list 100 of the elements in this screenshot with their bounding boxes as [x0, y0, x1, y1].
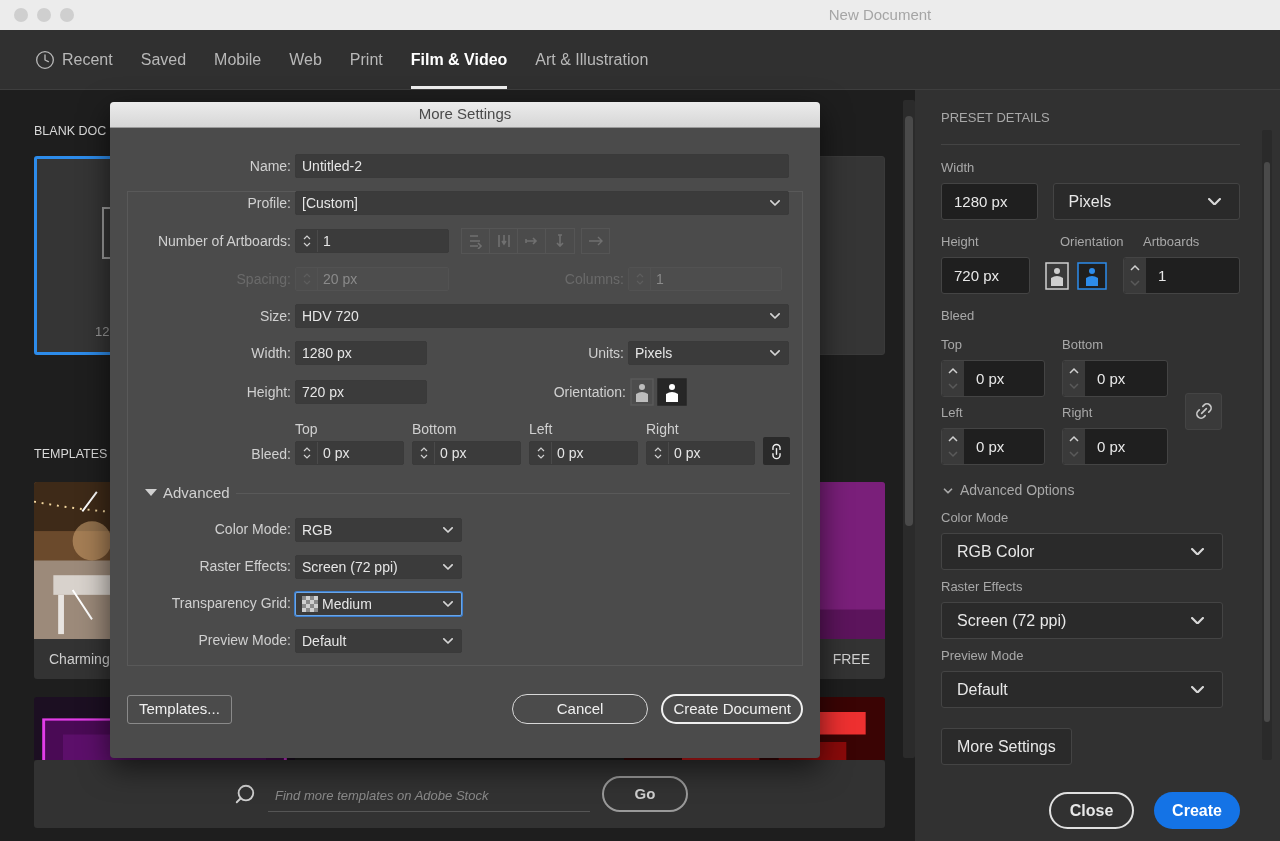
number-stepper-field[interactable]: 0 px: [646, 441, 755, 465]
create-document-button[interactable]: Create Document: [661, 694, 803, 724]
chevron-down-icon: [1191, 616, 1204, 625]
create-button[interactable]: Create: [1154, 792, 1240, 829]
field-value: 1: [655, 270, 664, 289]
dropdown[interactable]: [Custom]: [295, 191, 789, 215]
cancel-button[interactable]: Cancel: [511, 694, 649, 724]
field-label: Right: [1062, 405, 1094, 421]
stepper-arrows-icon[interactable]: [301, 233, 312, 249]
search-field[interactable]: Find more templates on Adobe Stock: [268, 776, 590, 812]
go-button[interactable]: Go: [602, 776, 688, 812]
field-value: 0 px: [975, 369, 1005, 389]
chevron-down-icon: [1191, 685, 1204, 694]
text-field[interactable]: 1280 px: [295, 341, 427, 365]
dropdown-value: HDV 720: [302, 307, 360, 326]
dropdown[interactable]: RGB Color: [941, 533, 1223, 570]
field-label: Size:: [259, 307, 291, 324]
number-stepper-field[interactable]: 0 px: [295, 441, 404, 465]
tab[interactable]: Art & Illustration: [535, 30, 649, 89]
number-stepper-field[interactable]: 0 px: [1062, 360, 1168, 397]
dropdown-value: Screen (72 ppi): [957, 610, 1068, 631]
tab[interactable]: Saved: [140, 30, 187, 89]
dropdown-value: RGB: [302, 520, 334, 540]
chevron-down-icon: [770, 350, 780, 356]
preset-caption: 12: [95, 324, 110, 339]
field-label: Width:: [251, 344, 291, 361]
link-button[interactable]: [763, 437, 790, 465]
scrollbar[interactable]: [903, 100, 915, 758]
close-button[interactable]: Close: [1049, 792, 1134, 829]
dropdown[interactable]: Screen (72 ppi): [941, 602, 1223, 639]
template-caption: FREE: [832, 649, 870, 669]
field-value: 0 px: [975, 437, 1005, 457]
dropdown-value: Default: [957, 679, 1009, 700]
number-stepper-field[interactable]: 0 px: [529, 441, 638, 465]
dropdown[interactable]: Medium: [295, 591, 462, 616]
more-settings-button[interactable]: More Settings: [941, 728, 1072, 765]
number-stepper-field[interactable]: 1: [1123, 257, 1240, 294]
chevron-down-icon: [443, 600, 453, 607]
field-label: Height:: [246, 383, 291, 400]
number-stepper-field[interactable]: 1: [295, 229, 449, 253]
checkerboard-icon: [302, 595, 318, 612]
field-label: Units:: [588, 344, 624, 361]
number-stepper-field[interactable]: 0 px: [1062, 428, 1168, 465]
text-field[interactable]: 720 px: [941, 257, 1030, 294]
dropdown[interactable]: HDV 720: [295, 304, 789, 328]
field-label: Top: [295, 420, 319, 439]
dropdown[interactable]: Default: [295, 628, 462, 653]
stepper-arrows-icon[interactable]: [652, 445, 663, 461]
field-label: Right: [646, 420, 680, 439]
dropdown[interactable]: Default: [941, 671, 1223, 708]
stepper-arrows-icon[interactable]: [535, 445, 546, 461]
dropdown-value: Pixels: [1068, 191, 1113, 212]
text-field[interactable]: Untitled-2: [295, 154, 789, 178]
field-label: Number of Artboards:: [157, 232, 291, 249]
field-label: Bleed: [941, 308, 976, 324]
chevron-down-icon: [443, 637, 453, 644]
text-field[interactable]: 720 px: [295, 380, 427, 404]
field-label: Artboards: [1143, 234, 1200, 250]
tab[interactable]: Film & Video: [410, 30, 508, 89]
arrange-arrows-icon: [495, 233, 512, 249]
text-field[interactable]: 1280 px: [941, 183, 1038, 220]
field-label: Preview Mode:: [198, 632, 291, 648]
templates-button[interactable]: Templates...: [127, 694, 232, 724]
section-heading: TEMPLATES: [34, 447, 108, 461]
section-toggle[interactable]: Advanced: [145, 482, 230, 505]
number-stepper-field[interactable]: 0 px: [941, 428, 1045, 465]
field-label: Color Mode:: [214, 521, 291, 537]
dialog-title: More Settings: [418, 104, 512, 125]
search-placeholder: Find more templates on Adobe Stock: [275, 786, 489, 805]
field-value: 0 px: [322, 444, 350, 463]
section-toggle[interactable]: Advanced Options: [960, 480, 1075, 501]
dropdown[interactable]: Screen (72 ppi): [295, 554, 462, 579]
tab[interactable]: Web: [289, 30, 322, 89]
tab[interactable]: Print: [349, 30, 383, 89]
chevron-down-icon: [443, 563, 453, 570]
dropdown[interactable]: Pixels: [1052, 183, 1240, 220]
scrollbar[interactable]: [1262, 130, 1272, 760]
dropdown[interactable]: Pixels: [628, 341, 789, 365]
portrait-button[interactable]: [630, 378, 654, 406]
chevron-down-icon: [770, 313, 780, 319]
link-button[interactable]: [1185, 392, 1222, 430]
dropdown-value: Pixels: [635, 344, 674, 363]
field-label: Raster Effects:: [199, 558, 291, 574]
tab[interactable]: Mobile: [214, 30, 262, 89]
arrow-right-icon: [587, 236, 604, 246]
number-stepper-field[interactable]: 0 px: [941, 360, 1045, 397]
number-stepper-field[interactable]: 0 px: [412, 441, 521, 465]
field-value: 1: [322, 232, 331, 251]
landscape-button[interactable]: [657, 378, 687, 406]
arrange-arrows-icon: [467, 233, 484, 249]
tab[interactable]: Recent: [35, 30, 113, 89]
section-heading: BLANK DOC: [34, 124, 107, 138]
field-label: Orientation:: [553, 383, 626, 400]
stepper-arrows-icon[interactable]: [418, 445, 429, 461]
field-label: Name:: [249, 157, 291, 174]
stepper-arrows-icon[interactable]: [301, 445, 312, 461]
field-label: Orientation: [1060, 234, 1125, 250]
dropdown[interactable]: RGB: [295, 517, 462, 542]
field-label: Preview Mode: [941, 648, 1025, 664]
field-label: Color Mode: [941, 510, 1010, 526]
